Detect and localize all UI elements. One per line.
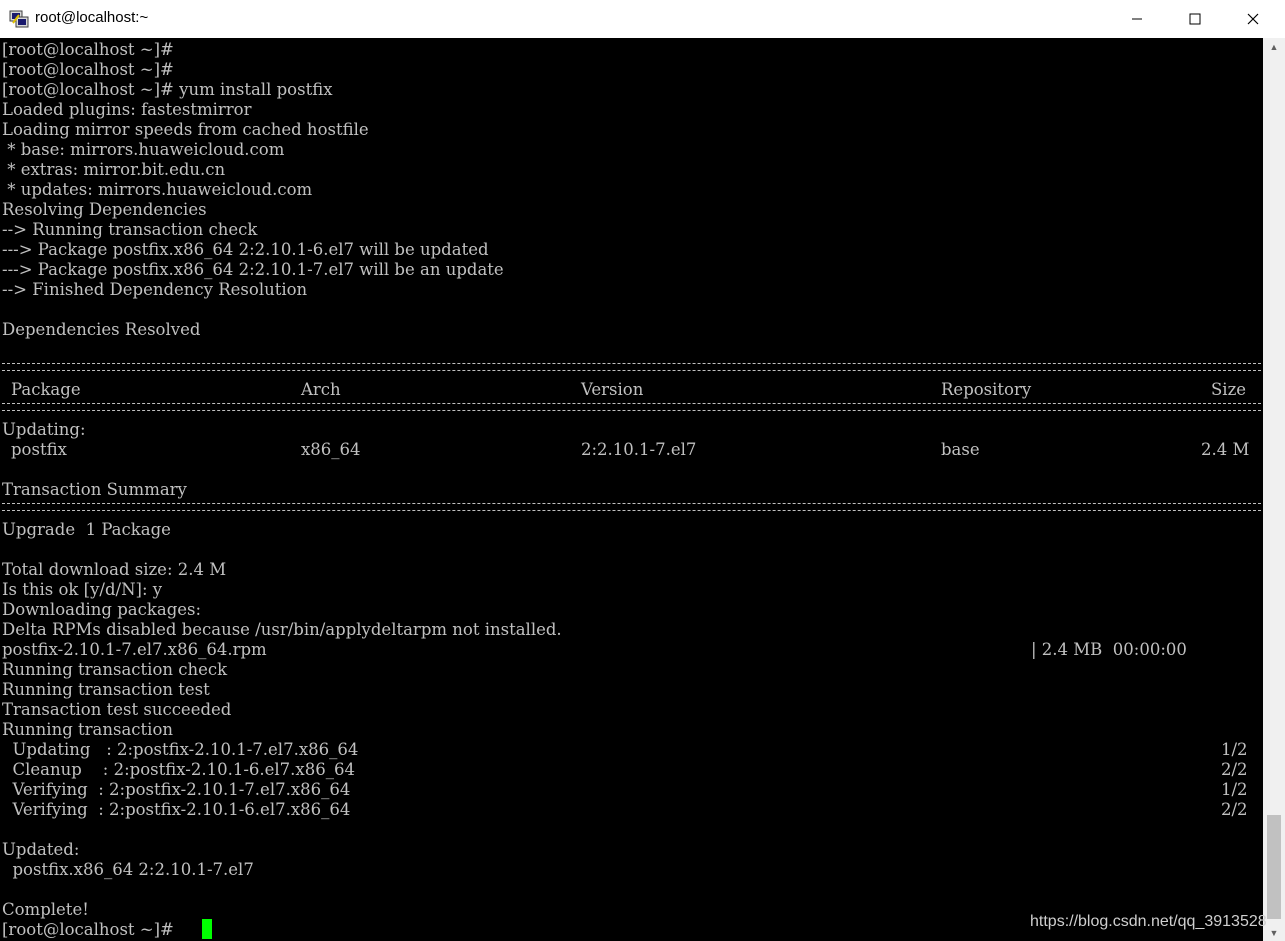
terminal-line: * base: mirrors.huaweicloud.com [2, 140, 285, 159]
column-header-repository: Repository [941, 380, 1032, 399]
window-title: root@localhost:~ [35, 9, 149, 26]
terminal-line: --> Running transaction check [2, 220, 258, 239]
download-stats: | 2.4 MB 00:00:00 [1031, 640, 1187, 659]
step-count: 1/2 [1221, 780, 1248, 799]
close-button[interactable] [1224, 0, 1282, 38]
maximize-button[interactable] [1166, 0, 1224, 38]
terminal-line: Is this ok [y/d/N]: y [2, 580, 163, 599]
terminal-line: Running transaction [2, 720, 174, 739]
terminal-line: ---> Package postfix.x86_64 2:2.10.1-7.e… [2, 260, 504, 279]
step-text: Verifying : 2:postfix-2.10.1-7.el7.x86_6… [2, 780, 351, 799]
summary-title: Transaction Summary [2, 480, 187, 499]
putty-icon [9, 10, 29, 28]
scrollbar-thumb[interactable] [1267, 815, 1281, 919]
step-line: Verifying : 2:postfix-2.10.1-7.el7.x86_6… [0, 780, 1263, 800]
cell-version: 2:2.10.1-7.el7 [581, 440, 697, 459]
terminal-line: ---> Package postfix.x86_64 2:2.10.1-6.e… [2, 240, 489, 259]
scroll-up-arrow-icon[interactable]: ▲ [1263, 38, 1285, 55]
column-header-package: Package [11, 380, 81, 399]
terminal-line: --> Finished Dependency Resolution [2, 280, 308, 299]
terminal-line: Dependencies Resolved [2, 320, 201, 339]
terminal-line: Transaction test succeeded [2, 700, 232, 719]
step-text: Cleanup : 2:postfix-2.10.1-6.el7.x86_64 [2, 760, 355, 779]
watermark: https://blog.csdn.net/qq_3913528 [1030, 913, 1267, 930]
download-line: postfix-2.10.1-7.el7.x86_64.rpm | 2.4 MB… [0, 640, 1263, 660]
step-count: 2/2 [1221, 800, 1248, 819]
column-header-version: Version [581, 380, 644, 399]
column-header-arch: Arch [301, 380, 341, 399]
cell-repository: base [941, 440, 980, 459]
terminal-line: Delta RPMs disabled because /usr/bin/app… [2, 620, 562, 639]
terminal-line: Resolving Dependencies [2, 200, 207, 219]
minimize-icon [1132, 18, 1142, 20]
step-line: Verifying : 2:postfix-2.10.1-6.el7.x86_6… [0, 800, 1263, 820]
terminal-line: Running transaction check [2, 660, 228, 679]
step-text: Updating : 2:postfix-2.10.1-7.el7.x86_64 [2, 740, 359, 759]
shell-prompt[interactable]: [root@localhost ~]# [2, 920, 179, 940]
cell-arch: x86_64 [301, 440, 361, 459]
terminal-output[interactable]: [root@localhost ~]# [root@localhost ~]# … [0, 38, 1263, 941]
step-count: 2/2 [1221, 760, 1248, 779]
close-icon [1247, 13, 1259, 25]
terminal-line: Downloading packages: [2, 600, 202, 619]
table-header: Package Arch Version Repository Size [0, 380, 1263, 400]
table-row: postfix x86_64 2:2.10.1-7.el7 base 2.4 M [0, 440, 1263, 460]
terminal-line: Loading mirror speeds from cached hostfi… [2, 120, 369, 139]
terminal-line: Upgrade 1 Package [2, 520, 171, 539]
maximize-icon [1189, 13, 1201, 25]
table-separator [2, 503, 1261, 511]
updated-item: postfix.x86_64 2:2.10.1-7.el7 [2, 860, 254, 879]
cell-package: postfix [11, 440, 67, 459]
terminal-line: * updates: mirrors.huaweicloud.com [2, 180, 313, 199]
step-line: Updating : 2:postfix-2.10.1-7.el7.x86_64… [0, 740, 1263, 760]
terminal-line: Total download size: 2.4 M [2, 560, 227, 579]
column-header-size: Size [1211, 380, 1247, 399]
cell-size: 2.4 M [1201, 440, 1250, 459]
complete-message: Complete! [2, 900, 89, 919]
terminal-line: [root@localhost ~]# [2, 60, 174, 79]
step-text: Verifying : 2:postfix-2.10.1-6.el7.x86_6… [2, 800, 351, 819]
table-separator [2, 363, 1261, 371]
updated-title: Updated: [2, 840, 80, 859]
terminal-line: [root@localhost ~]# [2, 40, 174, 59]
terminal-line: Loaded plugins: fastestmirror [2, 100, 252, 119]
download-file: postfix-2.10.1-7.el7.x86_64.rpm [2, 640, 267, 659]
table-separator [2, 403, 1261, 411]
step-count: 1/2 [1221, 740, 1248, 759]
terminal-line: Running transaction test [2, 680, 210, 699]
table-group-label: Updating: [2, 420, 86, 439]
step-line: Cleanup : 2:postfix-2.10.1-6.el7.x86_64 … [0, 760, 1263, 780]
vertical-scrollbar[interactable]: ▲ ▼ [1263, 38, 1285, 941]
window-titlebar[interactable]: root@localhost:~ [0, 0, 1285, 39]
terminal-cursor [202, 919, 212, 939]
terminal-line: * extras: mirror.bit.edu.cn [2, 160, 226, 179]
terminal-line: [root@localhost ~]# yum install postfix [2, 80, 333, 99]
minimize-button[interactable] [1108, 0, 1166, 38]
